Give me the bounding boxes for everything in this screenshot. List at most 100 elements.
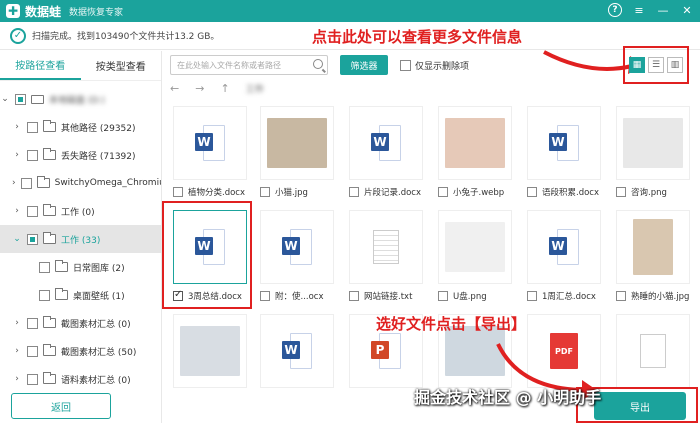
up-arrow-icon[interactable]: ↑ [220,82,229,95]
tree-checkbox[interactable] [27,205,38,217]
tree-checkbox[interactable] [27,233,38,245]
file-tile[interactable]: 小猫.jpg [260,106,334,198]
app-subtitle: 数据恢复专家 [69,7,124,18]
chevron-right-icon[interactable]: › [12,346,22,356]
tree-checkbox[interactable] [27,373,38,385]
chevron-right-icon[interactable]: › [12,150,22,160]
filter-button[interactable]: 筛选器 [340,55,388,75]
file-checkbox[interactable] [260,187,270,197]
file-tile[interactable]: W 片段记录.docx [349,106,423,198]
chevron-down-icon[interactable]: ⌄ [0,94,10,104]
file-thumbnail[interactable]: W [349,106,423,180]
file-thumbnail[interactable] [173,314,247,388]
tree-item[interactable]: 日常图库 (2) [0,253,161,281]
tree-item-label: 截图素材汇总 (0) [61,319,131,330]
file-thumbnail[interactable] [616,210,690,284]
file-thumbnail[interactable] [616,106,690,180]
file-tile[interactable]: U盘.png [438,210,512,302]
minimize-icon[interactable]: — [656,3,670,17]
only-deleted-toggle[interactable]: 仅显示删除项 [400,59,469,72]
back-arrow-icon[interactable]: ← [170,82,179,95]
file-tile[interactable]: 网站链接.txt [349,210,423,302]
help-icon[interactable]: ? [608,3,622,17]
check-icon: ✓ [10,27,26,44]
only-deleted-checkbox[interactable] [400,59,411,71]
file-tile[interactable]: 咨询.png [616,106,690,198]
search-icon[interactable] [313,59,323,69]
file-tile[interactable]: W [260,314,334,388]
forward-arrow-icon[interactable]: → [195,82,204,95]
tree-checkbox[interactable] [27,149,38,161]
tree-item[interactable]: › 截图素材汇总 (0) [0,309,161,337]
file-checkbox[interactable] [260,291,270,301]
folder-icon [55,288,68,300]
tree-root-label: 本地磁盘 (D:) [49,95,105,106]
tree-checkbox[interactable] [39,289,50,301]
tree-checkbox[interactable] [27,121,38,133]
tree-item-label: 日常图库 (2) [73,263,125,274]
tree-item-label: SwitchyOmega_Chromium [54,178,161,188]
chevron-right-icon[interactable]: › [12,206,22,216]
back-button[interactable]: 返回 [11,393,111,419]
tree-item[interactable]: › 截图素材汇总 (50) [0,337,161,365]
tree-checkbox[interactable] [27,317,38,329]
file-thumbnail[interactable]: W [527,210,601,284]
chevron-right-icon[interactable]: › [12,374,22,384]
tree-checkbox[interactable] [20,177,32,189]
tree-item[interactable]: 桌面壁纸 (1) [0,281,161,309]
file-thumbnail[interactable]: W [260,314,334,388]
file-thumbnail[interactable]: W [527,106,601,180]
file-checkbox[interactable] [438,187,448,197]
file-thumbnail[interactable] [260,106,334,180]
file-checkbox[interactable] [527,291,537,301]
tab-by-path[interactable]: 按路径查看 [0,51,81,80]
tree-item[interactable]: › 丢失路径 (71392) [0,141,161,169]
close-icon[interactable]: ✕ [680,3,694,17]
file-tile[interactable]: W 1周汇总.docx [527,210,601,302]
tree-item-label: 桌面壁纸 (1) [73,291,125,302]
file-checkbox[interactable] [349,291,359,301]
file-checkbox[interactable] [349,187,359,197]
list-view-icon[interactable]: ☰ [648,57,664,73]
detail-view-icon[interactable]: ▥ [667,57,683,73]
tree-item[interactable]: › 工作 (0) [0,197,161,225]
tab-by-type[interactable]: 按类型查看 [81,51,162,80]
blank-file-icon [640,334,666,368]
tree-item[interactable]: › 语料素材汇总 (0) [0,365,161,393]
file-checkbox[interactable] [616,291,626,301]
file-tile[interactable] [173,314,247,388]
title-bar: ✚ 数据蛙 数据恢复专家 ? ≡ — ✕ [0,0,700,22]
tree-checkbox[interactable] [39,261,50,273]
file-thumbnail[interactable] [438,106,512,180]
only-deleted-label: 仅显示删除项 [415,61,470,72]
menu-icon[interactable]: ≡ [632,3,646,17]
file-checkbox[interactable] [173,187,183,197]
tree-item[interactable]: › SwitchyOmega_Chromium [0,169,161,197]
tree-checkbox[interactable] [15,93,26,105]
grid-view-icon[interactable]: ▦ [629,57,645,73]
file-tile[interactable]: W 植物分类.docx [173,106,247,198]
file-tile[interactable] [616,314,690,388]
file-checkbox[interactable] [616,187,626,197]
file-thumbnail[interactable] [438,210,512,284]
chevron-right-icon[interactable]: › [12,318,22,328]
tree-root[interactable]: ⌄ 本地磁盘 (D:) [0,85,161,113]
file-checkbox[interactable] [438,291,448,301]
chevron-down-icon[interactable]: ⌄ [12,234,22,244]
file-thumbnail[interactable]: W [173,106,247,180]
file-tile[interactable]: 熟睡的小猫.jpg [616,210,690,302]
chevron-right-icon[interactable]: › [12,122,22,132]
chevron-right-icon[interactable]: › [12,178,16,188]
tree-checkbox[interactable] [27,345,38,357]
file-tile[interactable]: W 语段积累.docx [527,106,601,198]
file-thumbnail[interactable] [349,210,423,284]
file-tile[interactable]: W 附：使...ocx [260,210,334,302]
folder-icon [43,344,56,356]
file-thumbnail[interactable] [616,314,690,388]
file-thumbnail[interactable]: W [260,210,334,284]
tree-item-selected[interactable]: ⌄ 工作 (33) [0,225,161,253]
search-input[interactable]: 在此处输入文件名称或者路径 [170,55,328,75]
file-tile[interactable]: 小兔子.webp [438,106,512,198]
file-checkbox[interactable] [527,187,537,197]
tree-item[interactable]: › 其他路径 (29352) [0,113,161,141]
